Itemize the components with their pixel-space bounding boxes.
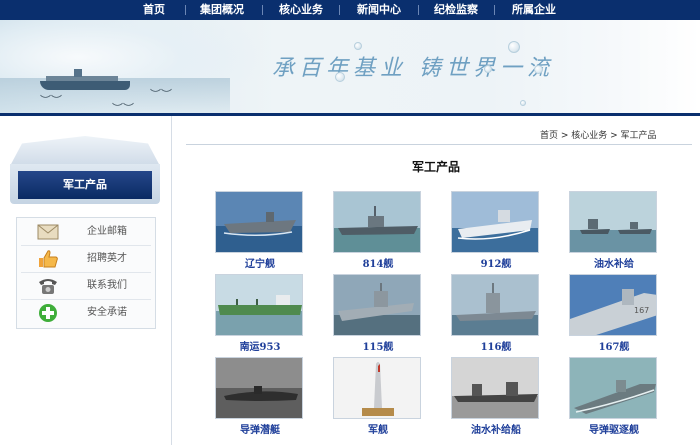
bubble-decoration xyxy=(520,100,526,106)
page-title: 军工产品 xyxy=(411,160,460,174)
product-card[interactable]: 导弹潜艇 xyxy=(215,357,305,436)
product-name[interactable]: 导弹驱逐舰 xyxy=(569,421,659,436)
bubble-decoration xyxy=(484,65,492,73)
product-card[interactable]: 167 167舰 xyxy=(569,274,659,353)
nav-separator xyxy=(339,5,340,15)
product-name[interactable]: 辽宁舰 xyxy=(215,255,305,270)
sidebar-item-label: 安全承诺 xyxy=(87,307,127,318)
breadcrumb: 首页 > 核心业务 > 军工产品 xyxy=(540,131,657,141)
thumbs-up-icon xyxy=(39,250,58,268)
svg-text:167: 167 xyxy=(634,306,649,315)
product-image[interactable] xyxy=(215,274,303,336)
product-card[interactable]: 南运953 xyxy=(215,274,305,353)
product-name[interactable]: 南运953 xyxy=(215,338,305,353)
product-card[interactable]: 军舰 xyxy=(333,357,423,436)
sidebar-links: 企业邮箱 招聘英才 联系我们 安全承诺 xyxy=(16,217,156,329)
product-card[interactable]: 814舰 xyxy=(333,191,423,270)
nav-item-group-overview[interactable]: 集团概况 xyxy=(200,0,244,20)
nav-item-core-business[interactable]: 核心业务 xyxy=(279,0,323,20)
sidebar-item-label: 企业邮箱 xyxy=(87,226,127,237)
product-image[interactable] xyxy=(451,274,539,336)
product-image[interactable] xyxy=(451,191,539,253)
breadcrumb-divider xyxy=(186,144,692,145)
product-image[interactable] xyxy=(215,357,303,419)
product-image[interactable] xyxy=(569,357,657,419)
bubble-decoration xyxy=(508,41,520,53)
safety-badge-icon xyxy=(39,304,57,322)
left-sidebar: 军工产品 企业邮箱 招聘英才 联系我们 安全承诺 xyxy=(0,116,172,445)
seagull-icon: ︶︶ xyxy=(150,88,172,101)
nav-separator xyxy=(494,5,495,15)
product-card[interactable]: 912舰 xyxy=(451,191,541,270)
bubble-decoration xyxy=(354,42,362,50)
nav-separator xyxy=(418,5,419,15)
product-card[interactable]: 115舰 xyxy=(333,274,423,353)
bubble-decoration xyxy=(335,72,345,82)
envelope-icon xyxy=(37,224,59,240)
telephone-icon xyxy=(39,279,57,294)
product-image[interactable] xyxy=(451,357,539,419)
product-name[interactable]: 116舰 xyxy=(451,338,541,353)
nav-item-subsidiaries[interactable]: 所属企业 xyxy=(512,0,556,20)
product-card[interactable]: 116舰 xyxy=(451,274,541,353)
sidebar-item-recruitment[interactable]: 招聘英才 xyxy=(21,246,151,273)
product-image[interactable] xyxy=(333,274,421,336)
sidebar-item-contact[interactable]: 联系我们 xyxy=(21,273,151,300)
sidebar-item-safety[interactable]: 安全承诺 xyxy=(21,300,151,327)
seagull-icon: ︶︶ xyxy=(40,94,62,107)
banner-ship-tower xyxy=(74,69,82,77)
seagull-icon: ︶︶ xyxy=(112,102,134,113)
product-image[interactable] xyxy=(333,357,421,419)
product-card[interactable]: 油水补给船 xyxy=(451,357,541,436)
nav-item-discipline-inspection[interactable]: 纪检监察 xyxy=(434,0,478,20)
product-image[interactable] xyxy=(215,191,303,253)
product-name[interactable]: 导弹潜艇 xyxy=(215,421,305,436)
product-name[interactable]: 912舰 xyxy=(451,255,541,270)
sidebar-item-label: 招聘英才 xyxy=(87,253,127,264)
nav-separator xyxy=(185,5,186,15)
product-image[interactable] xyxy=(333,191,421,253)
product-name[interactable]: 814舰 xyxy=(333,255,423,270)
product-name[interactable]: 军舰 xyxy=(333,421,423,436)
sidebar-header: 军工产品 xyxy=(10,136,160,204)
nav-item-news-center[interactable]: 新闻中心 xyxy=(357,0,401,20)
top-navigation-bar: 首页 集团概况 核心业务 新闻中心 纪检监察 所属企业 xyxy=(0,0,700,20)
product-card[interactable]: 辽宁舰 xyxy=(215,191,305,270)
banner-ship-hull xyxy=(40,81,130,90)
sidebar-item-label: 联系我们 xyxy=(87,280,127,291)
nav-item-home[interactable]: 首页 xyxy=(143,0,165,20)
product-image[interactable]: 167 xyxy=(569,274,657,336)
product-name[interactable]: 油水补给船 xyxy=(451,421,541,436)
product-image[interactable] xyxy=(569,191,657,253)
banner-slogan: 承百年基业 铸世界一流 xyxy=(272,56,554,81)
product-name[interactable]: 油水补给 xyxy=(569,255,659,270)
header-banner: ︶︶ ︶︶ ︶︶ 承百年基业 铸世界一流 xyxy=(0,20,700,113)
sidebar-title: 军工产品 xyxy=(18,171,152,199)
product-card[interactable]: 导弹驱逐舰 xyxy=(569,357,659,436)
product-name[interactable]: 115舰 xyxy=(333,338,423,353)
product-name[interactable]: 167舰 xyxy=(569,338,659,353)
product-card[interactable]: 油水补给 xyxy=(569,191,659,270)
nav-separator xyxy=(262,5,263,15)
bubble-decoration xyxy=(534,65,543,74)
sidebar-item-email[interactable]: 企业邮箱 xyxy=(21,219,151,246)
sidebar-header-bevel xyxy=(10,136,160,166)
